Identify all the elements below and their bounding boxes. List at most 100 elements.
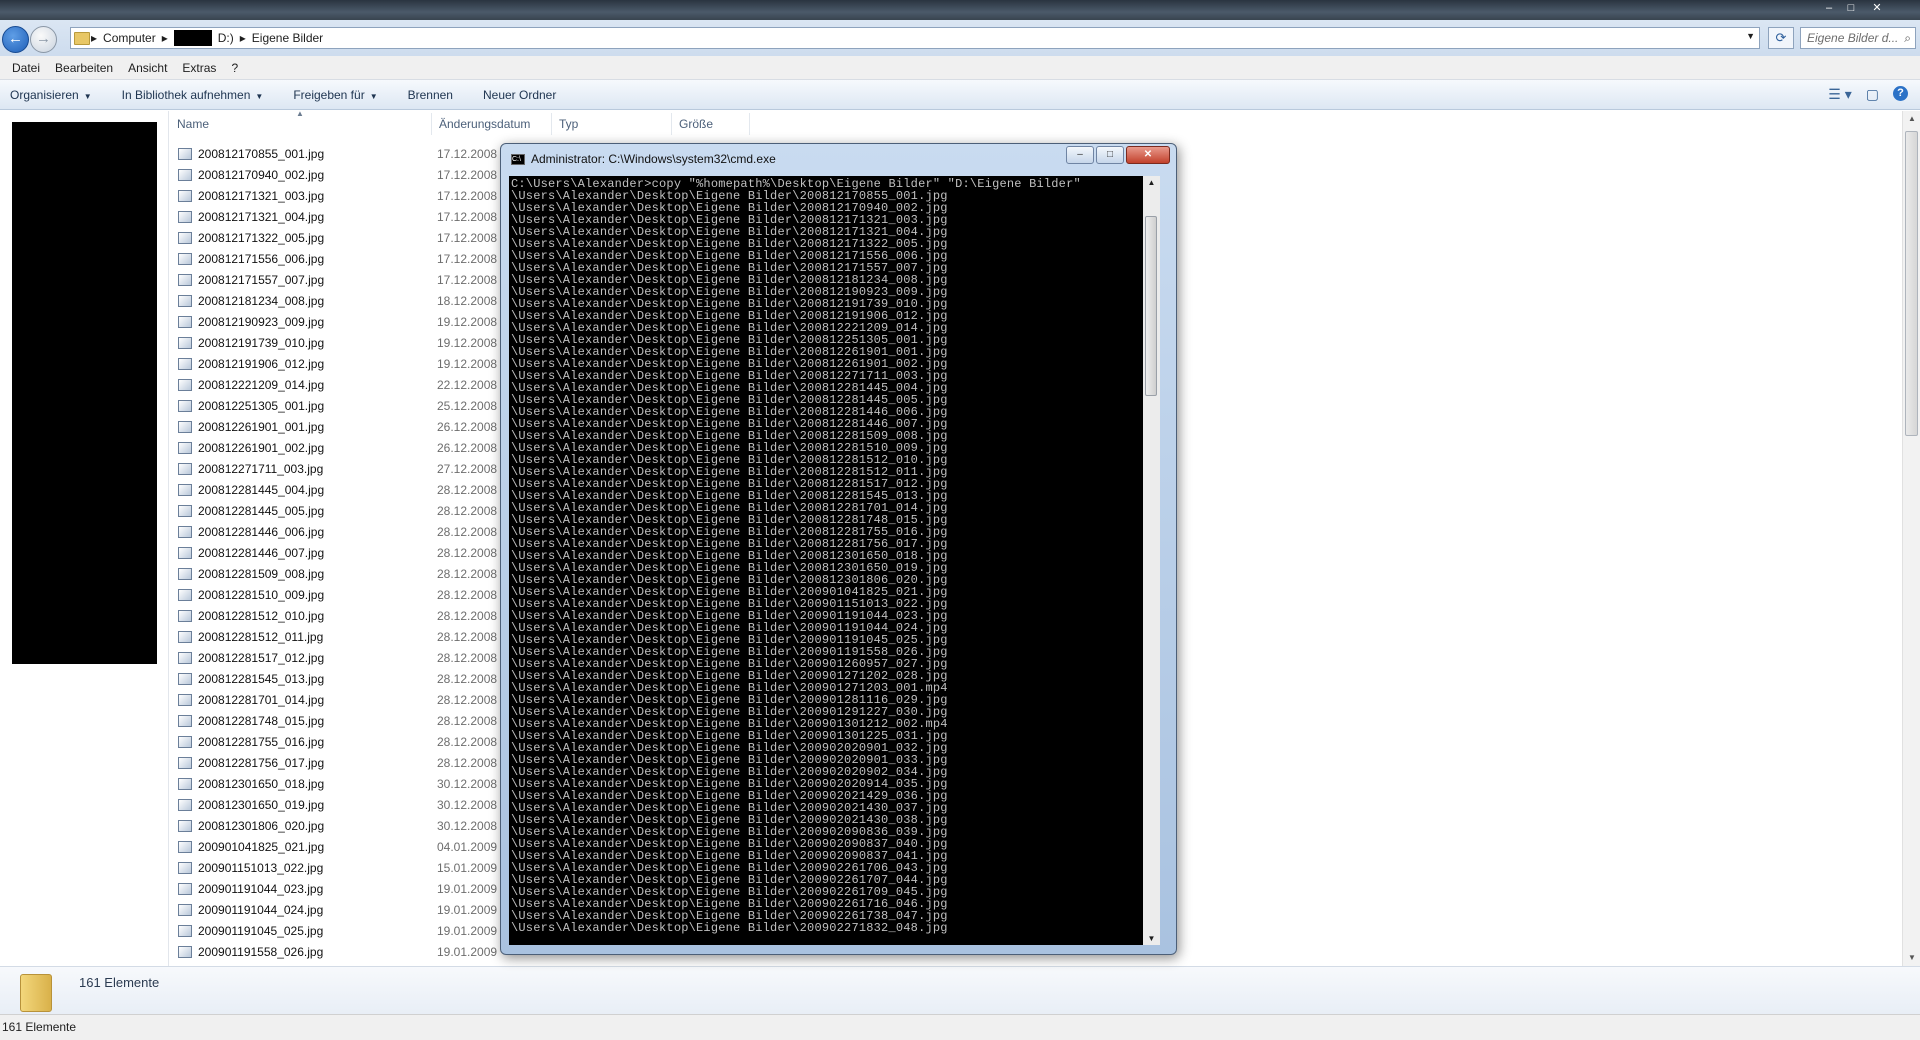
chevron-right-icon[interactable]: ▸ (240, 28, 246, 48)
menu-extras[interactable]: Extras (182, 61, 216, 75)
file-name: 200812281446_006.jpg (198, 525, 325, 539)
image-file-icon (178, 925, 192, 937)
image-file-icon (178, 799, 192, 811)
share-with-button[interactable]: Freigeben für ▼ (293, 88, 377, 102)
column-date[interactable]: Änderungsdatum (432, 113, 552, 135)
image-file-icon (178, 610, 192, 622)
file-name: 200812281755_016.jpg (198, 735, 325, 749)
file-date: 17.12.2008 (437, 231, 498, 245)
search-icon[interactable]: ⌕ (1904, 28, 1911, 48)
file-name: 200901191045_025.jpg (198, 924, 324, 938)
status-text: 161 Elemente (2, 1020, 77, 1034)
back-button[interactable]: ← (2, 26, 29, 53)
view-controls: ☰ ▾ ▢ ? (1828, 86, 1908, 103)
refresh-button[interactable]: ⟳ (1768, 27, 1794, 49)
file-name: 200812281756_017.jpg (198, 756, 325, 770)
address-field[interactable]: ▸ Computer ▸ D:) ▸ Eigene Bilder ▼ (70, 27, 1760, 49)
folder-icon (74, 32, 90, 45)
file-name: 200812301806_020.jpg (198, 819, 325, 833)
image-file-icon (178, 169, 192, 181)
maximize-icon[interactable]: □ (1096, 146, 1124, 164)
window-titlebar (0, 0, 1920, 20)
file-date: 30.12.2008 (437, 777, 498, 791)
column-type[interactable]: Typ (552, 113, 672, 135)
file-name: 200812171556_006.jpg (198, 252, 325, 266)
column-size[interactable]: Größe (672, 113, 750, 135)
organize-button[interactable]: Organisieren ▼ (10, 88, 92, 102)
file-name: 200812261901_002.jpg (198, 441, 325, 455)
file-date: 28.12.2008 (437, 651, 498, 665)
breadcrumb-drive[interactable]: D:) (218, 28, 234, 48)
cmd-window[interactable]: C:\ Administrator: C:\Windows\system32\c… (500, 143, 1177, 955)
scroll-down-icon[interactable]: ▼ (1143, 934, 1160, 943)
menu-ansicht[interactable]: Ansicht (128, 61, 167, 75)
file-name: 200812301650_019.jpg (198, 798, 325, 812)
search-input[interactable]: Eigene Bilder d... ⌕ (1800, 27, 1916, 49)
chevron-right-icon[interactable]: ▸ (162, 28, 168, 48)
scrollbar-thumb[interactable] (1905, 131, 1918, 436)
menu-help[interactable]: ? (231, 61, 238, 75)
minimize-icon[interactable]: – (1066, 146, 1094, 164)
file-name: 200812281445_005.jpg (198, 504, 325, 518)
new-folder-button[interactable]: Neuer Ordner (483, 88, 556, 102)
breadcrumb-folder[interactable]: Eigene Bilder (252, 28, 323, 48)
cmd-scrollbar-thumb[interactable] (1145, 216, 1157, 396)
image-file-icon (178, 946, 192, 958)
file-name: 200812281517_012.jpg (198, 651, 325, 665)
file-name: 200812281512_011.jpg (198, 630, 324, 644)
breadcrumb-computer[interactable]: Computer (103, 28, 156, 48)
help-icon[interactable]: ? (1893, 86, 1908, 101)
file-name: 200812281512_010.jpg (198, 609, 325, 623)
file-name: 200901041825_021.jpg (198, 840, 325, 854)
minimize-icon[interactable]: – (1818, 0, 1840, 16)
file-name: 200812171322_005.jpg (198, 231, 325, 245)
image-file-icon (178, 904, 192, 916)
image-file-icon (178, 190, 192, 202)
maximize-icon[interactable]: □ (1840, 0, 1862, 16)
file-date: 28.12.2008 (437, 714, 498, 728)
file-date: 28.12.2008 (437, 672, 498, 686)
view-options-icon[interactable]: ☰ ▾ (1828, 86, 1851, 103)
forward-button[interactable]: → (30, 26, 57, 53)
add-to-library-button[interactable]: In Bibliothek aufnehmen ▼ (122, 88, 264, 102)
cmd-scrollbar[interactable]: ▲ ▼ (1143, 176, 1160, 945)
menu-bearbeiten[interactable]: Bearbeiten (55, 61, 113, 75)
scroll-up-icon[interactable]: ▲ (1143, 178, 1160, 187)
breadcrumb: ▸ Computer ▸ D:) ▸ Eigene Bilder (91, 28, 323, 48)
file-name: 200901191558_026.jpg (198, 945, 324, 959)
scroll-up-icon[interactable]: ▲ (1903, 111, 1920, 127)
close-icon[interactable]: ✕ (1862, 0, 1892, 16)
file-date: 28.12.2008 (437, 546, 498, 560)
file-date: 22.12.2008 (437, 378, 498, 392)
file-date: 30.12.2008 (437, 819, 498, 833)
file-name: 200812301650_018.jpg (198, 777, 325, 791)
file-date: 26.12.2008 (437, 441, 498, 455)
file-date: 28.12.2008 (437, 504, 498, 518)
file-date: 28.12.2008 (437, 525, 498, 539)
address-dropdown-icon[interactable]: ▼ (1746, 31, 1755, 41)
redacted-area (12, 122, 157, 664)
file-date: 28.12.2008 (437, 609, 498, 623)
window-controls: – □ ✕ (1818, 0, 1892, 18)
image-file-icon (178, 652, 192, 664)
file-name: 200812281509_008.jpg (198, 567, 325, 581)
status-bar: 161 Elemente (0, 1014, 1920, 1040)
scroll-down-icon[interactable]: ▼ (1903, 950, 1920, 966)
cmd-console[interactable]: C:\Users\Alexander>copy "%homepath%\Desk… (509, 176, 1160, 945)
preview-pane-icon[interactable]: ▢ (1866, 86, 1879, 103)
file-list-scrollbar[interactable]: ▲ ▼ (1902, 111, 1920, 966)
file-date: 17.12.2008 (437, 252, 498, 266)
close-icon[interactable]: ✕ (1126, 146, 1170, 164)
image-file-icon (178, 400, 192, 412)
burn-button[interactable]: Brennen (408, 88, 453, 102)
image-file-icon (178, 841, 192, 853)
menu-datei[interactable]: Datei (12, 61, 40, 75)
column-name[interactable]: Name (170, 113, 432, 135)
file-name: 200812281545_013.jpg (198, 672, 325, 686)
redacted-label (173, 30, 212, 46)
file-name: 200812190923_009.jpg (198, 315, 325, 329)
file-name: 200812281446_007.jpg (198, 546, 325, 560)
chevron-right-icon[interactable]: ▸ (91, 28, 97, 48)
file-date: 28.12.2008 (437, 735, 498, 749)
cmd-window-controls: – □ ✕ (1066, 146, 1170, 164)
